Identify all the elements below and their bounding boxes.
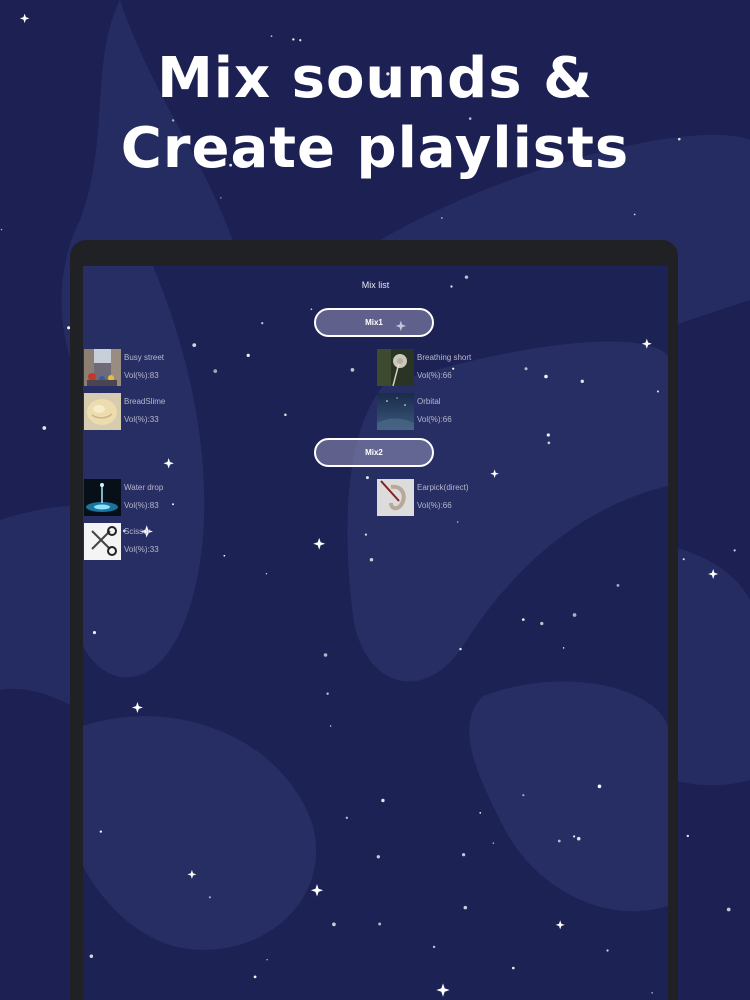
sound-name: Earpick(direct) bbox=[417, 483, 469, 492]
sound-item-orbital[interactable]: Orbital Vol(%):66 bbox=[377, 393, 577, 431]
sound-name: Water drop bbox=[124, 483, 164, 492]
sound-name: Orbital bbox=[417, 397, 441, 406]
dot-star bbox=[633, 213, 636, 216]
dot-star bbox=[220, 197, 222, 199]
sound-volume: Vol(%):33 bbox=[124, 545, 159, 554]
app-screen: Mix list Mix1 Busy street Vol(%):83 Brea… bbox=[83, 266, 668, 1000]
sound-name: Breathing short bbox=[417, 353, 472, 362]
dot-star bbox=[733, 549, 736, 552]
sparkle-star bbox=[19, 13, 30, 24]
dot-star bbox=[0, 228, 3, 231]
headline-line-2: Create playlists bbox=[120, 116, 630, 181]
headline-line-1: Mix sounds & bbox=[157, 46, 593, 111]
sound-volume: Vol(%):33 bbox=[124, 415, 159, 424]
sound-item-breathing-short[interactable]: Breathing short Vol(%):66 bbox=[377, 349, 577, 387]
sound-item-scissor[interactable]: Scissor Vol(%):33 bbox=[84, 523, 284, 561]
sound-item-breadslime[interactable]: BreadSlime Vol(%):33 bbox=[84, 393, 284, 431]
dot-star bbox=[686, 834, 690, 838]
sound-volume: Vol(%):83 bbox=[124, 371, 159, 380]
sound-name: BreadSlime bbox=[124, 397, 166, 406]
dot-star bbox=[726, 907, 731, 912]
water-drop-photo-icon bbox=[84, 479, 121, 516]
sound-volume: Vol(%):66 bbox=[417, 501, 452, 510]
sound-volume: Vol(%):83 bbox=[124, 501, 159, 510]
dot-star bbox=[270, 35, 273, 37]
earpick-photo-icon bbox=[377, 479, 414, 516]
sound-name: Busy street bbox=[124, 353, 165, 362]
sound-name: Scissor bbox=[124, 527, 151, 536]
dot-star bbox=[299, 39, 302, 42]
app-store-screenshot: Mix sounds & Create playlists Mix list M… bbox=[0, 0, 750, 1000]
slime-photo-icon bbox=[84, 393, 121, 430]
dot-star bbox=[441, 217, 443, 219]
mix1-button[interactable]: Mix1 bbox=[314, 308, 434, 337]
sound-item-water-drop[interactable]: Water drop Vol(%):83 bbox=[84, 479, 284, 517]
dandelion-photo-icon bbox=[377, 349, 414, 386]
sound-item-earpick-direct[interactable]: Earpick(direct) Vol(%):66 bbox=[377, 479, 577, 517]
dot-star bbox=[682, 558, 685, 561]
sound-item-busy-street[interactable]: Busy street Vol(%):83 bbox=[84, 349, 284, 387]
space-photo-icon bbox=[377, 393, 414, 430]
dot-star bbox=[42, 426, 47, 430]
mix2-button[interactable]: Mix2 bbox=[314, 438, 434, 467]
sound-volume: Vol(%):66 bbox=[417, 415, 452, 424]
sound-volume: Vol(%):66 bbox=[417, 371, 452, 380]
mix-list-title: Mix list bbox=[361, 280, 390, 290]
sparkle-star bbox=[708, 568, 719, 580]
street-photo-icon bbox=[84, 349, 121, 386]
scissor-photo-icon bbox=[84, 523, 121, 560]
dot-star bbox=[292, 38, 295, 41]
